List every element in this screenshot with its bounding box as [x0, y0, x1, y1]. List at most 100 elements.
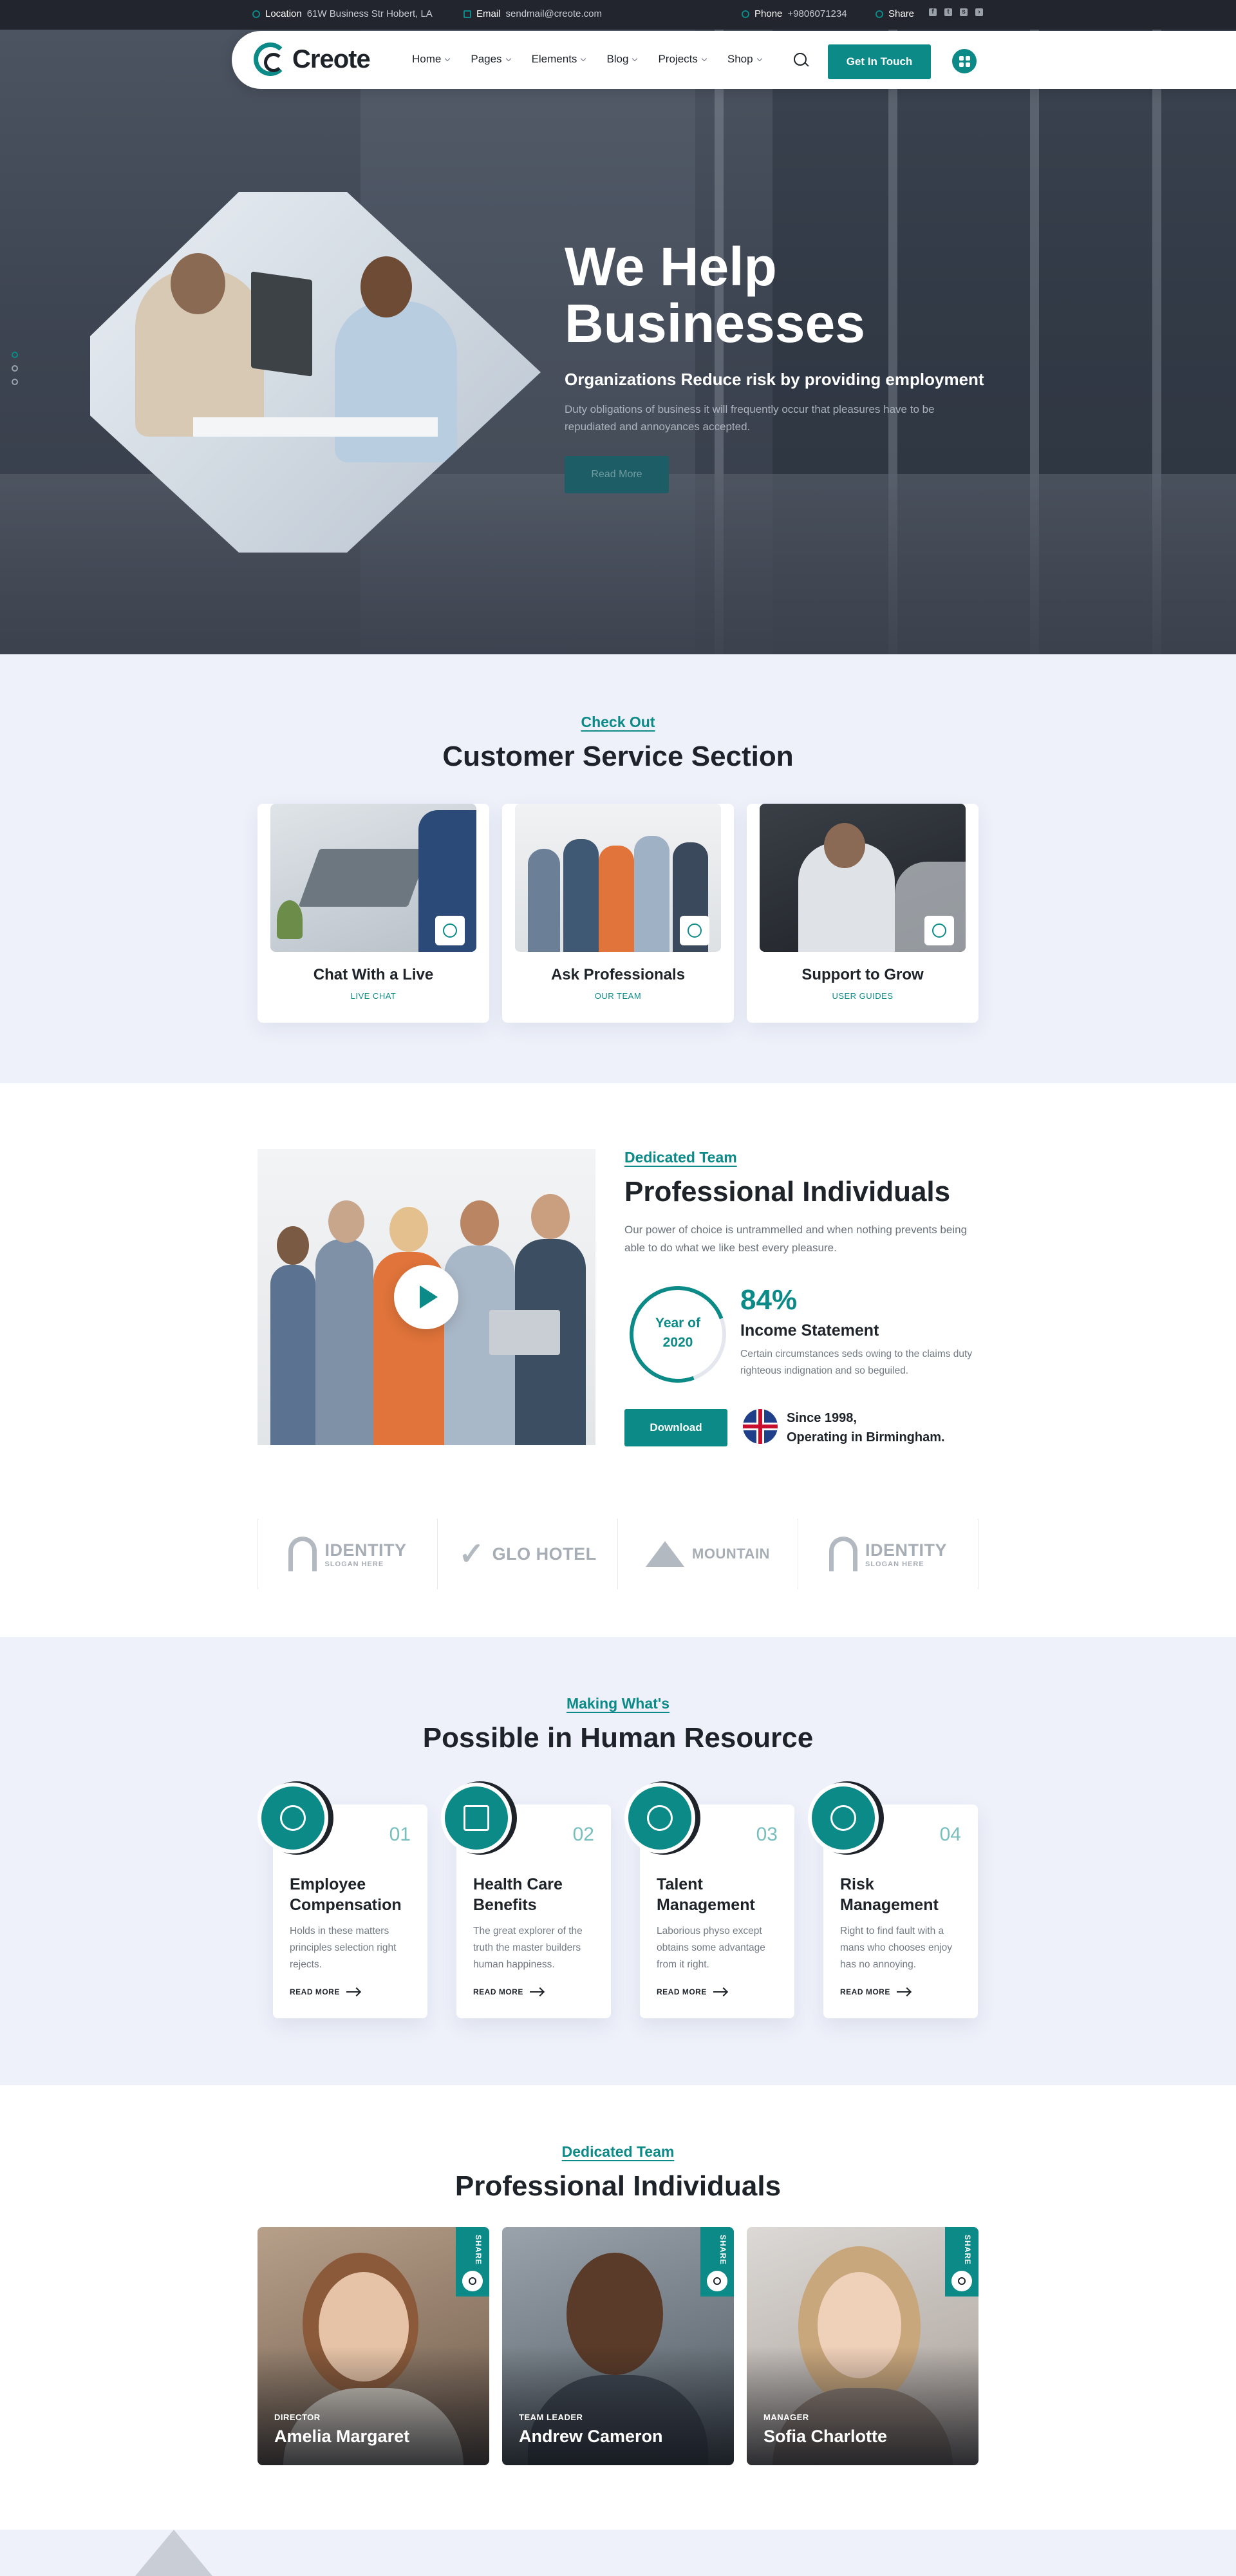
email-info[interactable]: Email sendmail@creote.com [464, 8, 602, 19]
share-icon[interactable] [462, 2271, 483, 2291]
person-head [171, 253, 225, 314]
medical-cross-icon [441, 1783, 512, 1853]
card-number: 01 [389, 1824, 411, 1845]
menu-item-blog[interactable]: Blog [606, 53, 638, 66]
share-info: Share [876, 8, 914, 19]
top-bar: Location 61W Business Str Hobert, LA Ema… [0, 0, 1236, 30]
year-badge: Year of 2020 [630, 1314, 726, 1352]
read-more-link[interactable]: READ MORE [290, 1987, 359, 1996]
service-title: Ask Professionals [550, 966, 686, 983]
person-figure [335, 301, 457, 462]
email-icon [464, 10, 471, 18]
logo-text: Creote [292, 44, 371, 73]
service-subtitle: LIVE CHAT [350, 991, 397, 1001]
main-navbar: Creote Home Pages Elements Blog Projects… [232, 31, 1236, 89]
brand-logo[interactable]: ✓ GLO HOTEL [438, 1519, 618, 1589]
location-label: Location [265, 8, 302, 19]
section-eyebrow: Dedicated Team [561, 2143, 675, 2160]
year-value: 2020 [662, 1335, 693, 1350]
member-role: DIRECTOR [274, 2412, 321, 2422]
search-icon[interactable] [794, 53, 807, 66]
hr-service-card[interactable]: 01 Employee Compensation Holds in these … [258, 1783, 427, 2018]
facebook-icon[interactable]: f [929, 8, 937, 16]
service-card[interactable]: Chat With a Live LIVE CHAT [258, 804, 489, 1023]
play-button[interactable] [394, 1265, 458, 1329]
identity-logo-icon [829, 1537, 857, 1571]
main-menu: Home Pages Elements Blog Projects Shop [412, 53, 762, 66]
share-tab: SHARE [945, 2227, 979, 2297]
share-icon[interactable] [951, 2271, 972, 2291]
read-more-link[interactable]: READ MORE [473, 1987, 543, 1996]
menu-item-home[interactable]: Home [412, 53, 451, 66]
read-more-link[interactable]: READ MORE [840, 1987, 910, 1996]
share-tab: SHARE [456, 2227, 489, 2297]
service-card[interactable]: Support to Grow USER GUIDES [747, 804, 979, 1023]
menu-item-projects[interactable]: Projects [658, 53, 707, 66]
team-member-card[interactable]: SHARE TEAM LEADER Andrew Cameron [502, 2227, 734, 2465]
phone-label: Phone [754, 8, 783, 19]
location-icon [924, 916, 954, 945]
get-in-touch-button[interactable]: Get In Touch [828, 44, 931, 79]
brand-logo[interactable]: IDENTITY SLOGAN HERE [258, 1519, 438, 1589]
download-button[interactable]: Download [624, 1409, 727, 1446]
card-description: Right to find fault with a mans who choo… [840, 1926, 953, 1970]
slider-dots [12, 352, 18, 385]
team-member-card[interactable]: SHARE MANAGER Sofia Charlotte [747, 2227, 979, 2465]
email-value[interactable]: sendmail@creote.com [506, 8, 602, 19]
card-number: 02 [572, 1824, 594, 1845]
dollar-gear-icon [258, 1783, 328, 1853]
card-title: Health Care Benefits [473, 1875, 563, 1914]
next-section-strip [0, 2530, 1236, 2576]
hr-service-card[interactable]: 03 Talent Management Laborious physo exc… [624, 1783, 794, 2018]
about-description: Our power of choice is untrammelled and … [624, 1224, 968, 1254]
chevron-down-icon [505, 55, 511, 61]
read-more-link[interactable]: READ MORE [657, 1987, 726, 1996]
team-video-image [258, 1149, 595, 1445]
read-more-button[interactable]: Read More [565, 456, 669, 493]
phone-value[interactable]: +9806071234 [787, 8, 847, 19]
card-title: Employee Compensation [290, 1875, 402, 1914]
service-card[interactable]: Ask Professionals OUR TEAM [502, 804, 734, 1023]
hr-service-card[interactable]: 04 Risk Management Right to find fault w… [808, 1783, 978, 2018]
hr-service-card[interactable]: 02 Health Care Benefits The great explor… [441, 1783, 611, 2018]
arrow-right-icon [713, 1991, 726, 1993]
chat-icon [435, 916, 465, 945]
telegram-icon[interactable]: › [975, 8, 983, 16]
member-name: Andrew Cameron [519, 2427, 663, 2446]
monitor-shape [251, 271, 312, 377]
share-icon[interactable] [707, 2271, 727, 2291]
twitter-icon[interactable]: t [944, 8, 952, 16]
person-head [360, 256, 412, 317]
phone-icon [742, 10, 749, 18]
menu-item-shop[interactable]: Shop [727, 53, 762, 66]
about-heading: Professional Individuals [624, 1176, 951, 1208]
location-info: Location 61W Business Str Hobert, LA [252, 8, 433, 19]
location-icon [252, 10, 260, 18]
card-title: Talent Management [657, 1875, 755, 1914]
grid-menu-icon[interactable] [952, 49, 977, 73]
hero-section: Creote Home Pages Elements Blog Projects… [0, 30, 1236, 654]
brand-logo[interactable]: IDENTITY SLOGAN HERE [798, 1519, 979, 1589]
location-value: 61W Business Str Hobert, LA [306, 8, 433, 19]
brand-logo[interactable]: MOUNTAIN [618, 1519, 798, 1589]
share-label: Share [888, 8, 915, 19]
service-title: Chat With a Live [313, 966, 434, 983]
arrow-right-icon [896, 1991, 910, 1993]
menu-item-elements[interactable]: Elements [532, 53, 586, 66]
hero-title: We Help Businesses [565, 238, 865, 352]
section-heading: Possible in Human Resource [422, 1722, 814, 1754]
since-text: Since 1998, Operating in Birmingham. [787, 1411, 945, 1444]
section-eyebrow: Making What's [566, 1695, 670, 1712]
stat-title: Income Statement [740, 1321, 879, 1340]
logo-icon [254, 43, 287, 76]
site-logo[interactable]: Creote [254, 43, 371, 76]
phone-info[interactable]: Phone +9806071234 [742, 8, 847, 19]
slider-dot[interactable] [12, 365, 18, 372]
team-member-card[interactable]: SHARE DIRECTOR Amelia Margaret [258, 2227, 489, 2465]
slider-dot[interactable] [12, 352, 18, 358]
menu-item-pages[interactable]: Pages [471, 53, 511, 66]
hero-title-line: We Help [565, 236, 777, 297]
skype-icon[interactable]: s [960, 8, 968, 16]
service-title: Support to Grow [801, 966, 924, 983]
slider-dot[interactable] [12, 379, 18, 385]
